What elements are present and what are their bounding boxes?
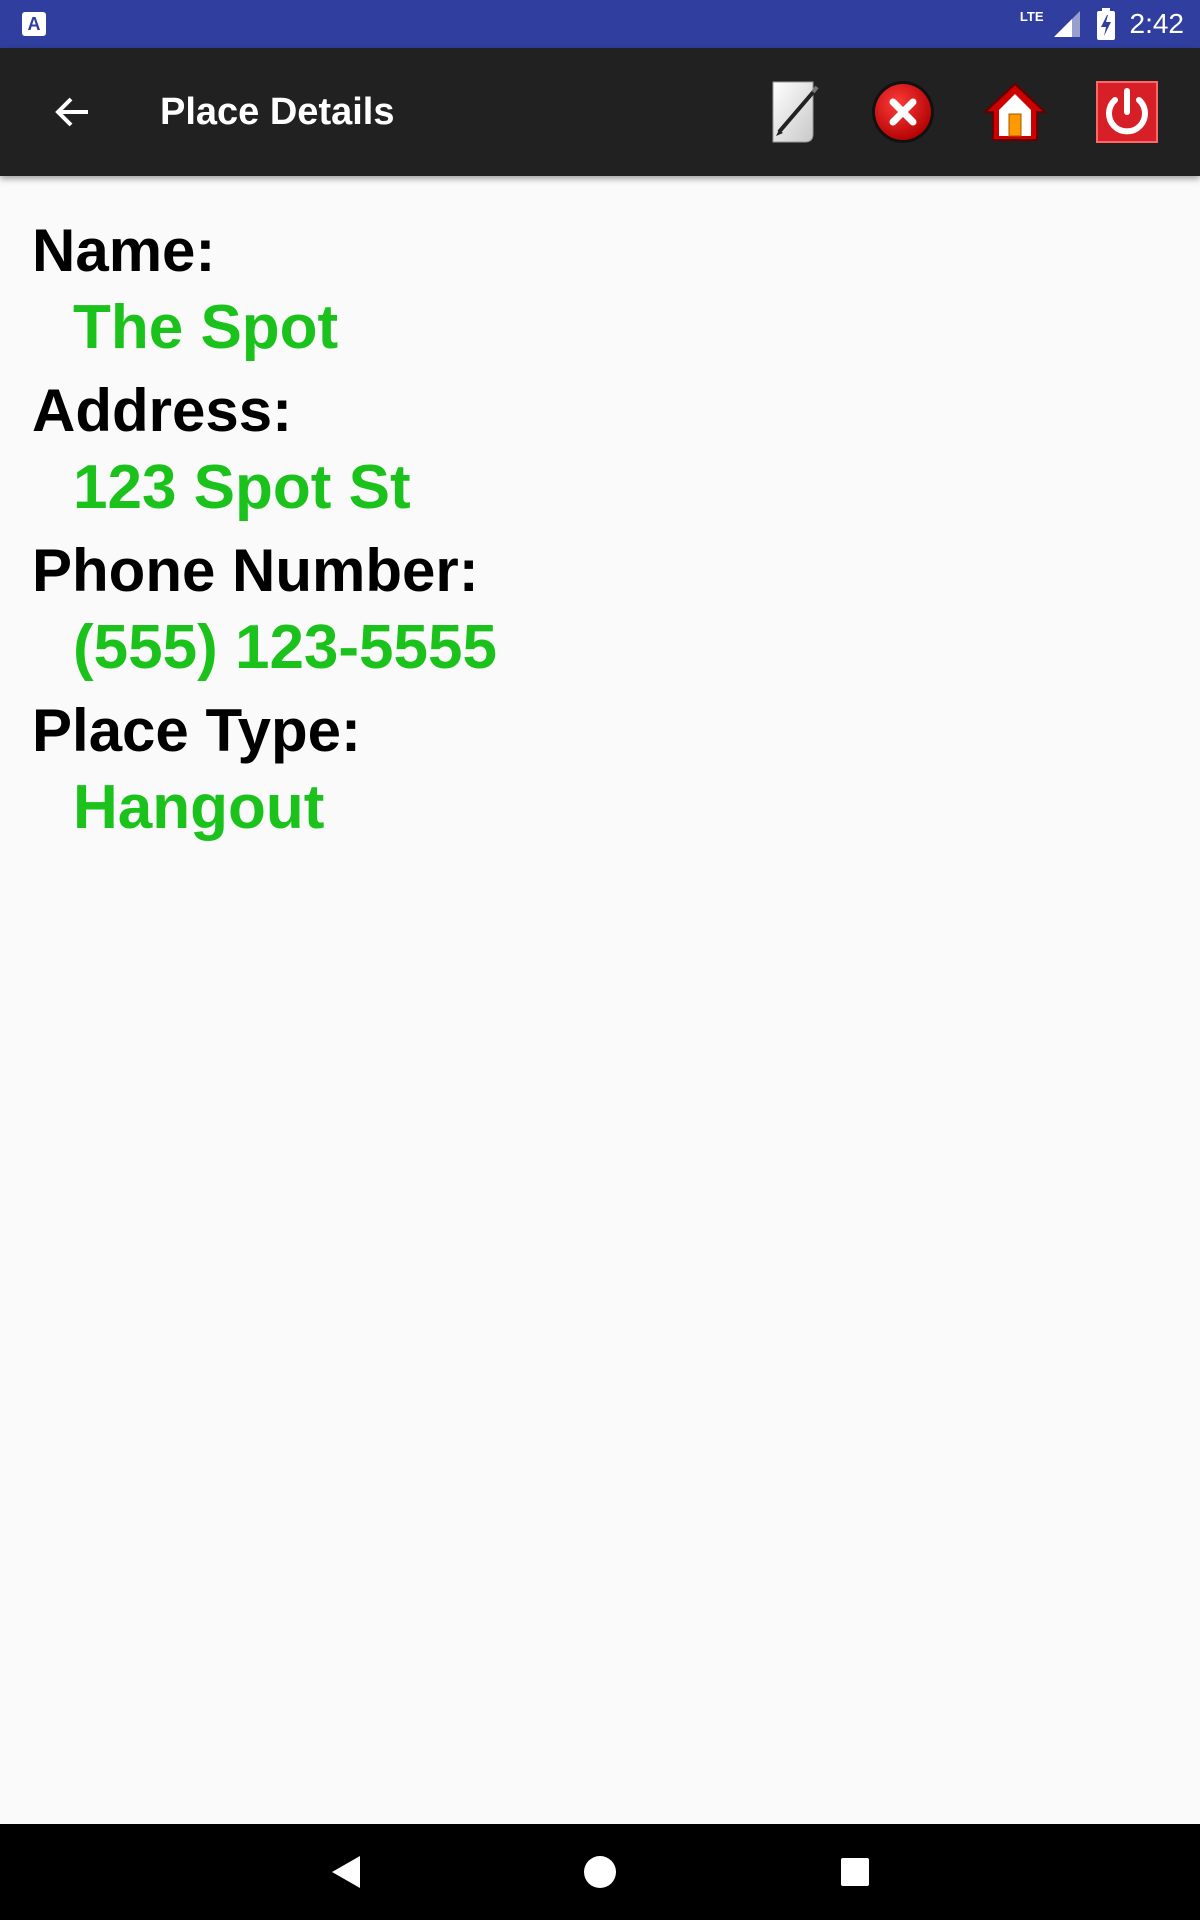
address-label: Address:	[32, 377, 293, 444]
status-time: 2:42	[1129, 8, 1185, 39]
square-recents-icon	[841, 1858, 869, 1886]
network-type-label: LTE	[1019, 8, 1044, 24]
notification-icon: A	[22, 12, 46, 36]
notification-icon-label: A	[27, 13, 41, 34]
home-icon	[983, 82, 1047, 141]
nav-recents-button[interactable]	[825, 1842, 885, 1902]
address-value: 123 Spot St	[73, 453, 411, 522]
phone-value: (555) 123-5555	[73, 613, 497, 682]
place-type-label: Place Type:	[32, 697, 362, 764]
nav-back-button[interactable]	[316, 1842, 376, 1902]
battery-charging-icon	[1096, 8, 1115, 40]
edit-button[interactable]	[757, 78, 825, 146]
signal-icon	[1053, 11, 1080, 37]
back-button[interactable]	[40, 82, 104, 142]
name-label: Name:	[32, 217, 216, 284]
nav-home-button[interactable]	[570, 1842, 630, 1902]
page-title: Place Details	[160, 90, 395, 133]
circle-home-icon	[584, 1856, 616, 1888]
power-icon	[1096, 81, 1158, 143]
place-type-value: Hangout	[73, 773, 325, 842]
name-value: The Spot	[73, 293, 339, 362]
navigation-bar	[0, 1824, 1200, 1920]
home-button[interactable]	[981, 78, 1049, 146]
status-bar: A LTE 2:42	[0, 0, 1200, 48]
delete-icon	[872, 81, 934, 143]
arrow-back-icon	[55, 97, 88, 127]
phone-label: Phone Number:	[32, 537, 479, 604]
app-bar: Place Details	[0, 48, 1200, 176]
triangle-back-icon	[332, 1856, 360, 1888]
power-button[interactable]	[1093, 78, 1161, 146]
delete-button[interactable]	[869, 78, 937, 146]
edit-icon	[772, 81, 819, 143]
